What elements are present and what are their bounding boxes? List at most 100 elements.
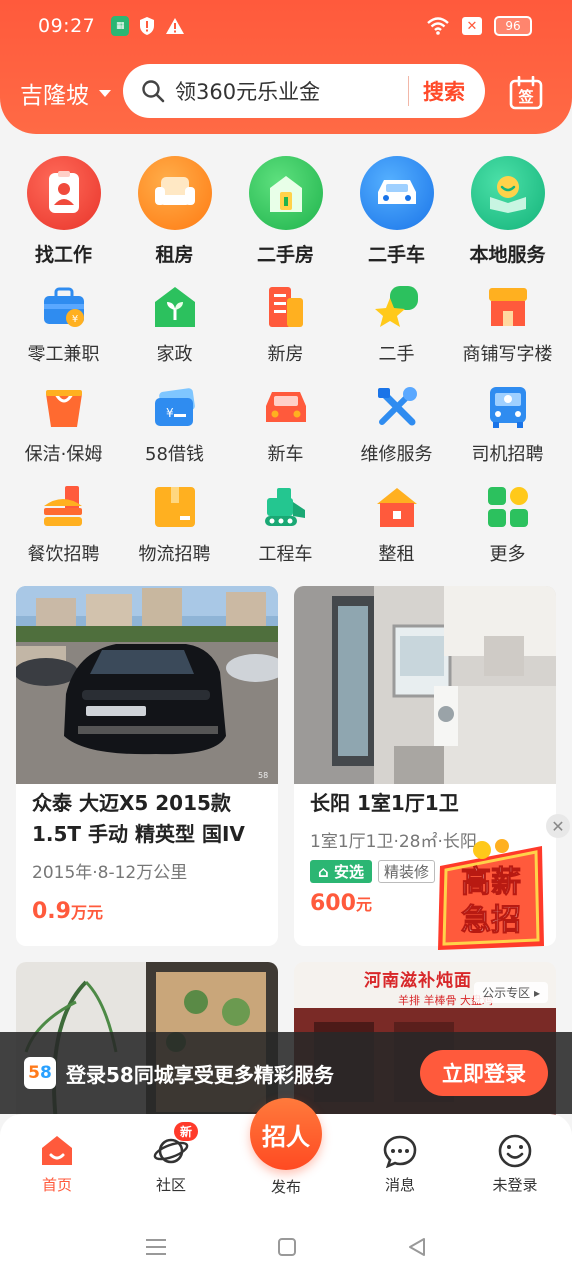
- status-bar: 09:27 ▦ ✕ 96: [38, 12, 532, 40]
- car-photo: 58: [16, 586, 278, 784]
- home-button-icon[interactable]: [277, 1237, 297, 1257]
- subcategory-label: 保洁·保姆: [24, 444, 103, 465]
- card-price: 0.9万元: [16, 899, 278, 924]
- category-label: 找工作: [34, 244, 92, 266]
- sign-label: 签: [517, 88, 534, 106]
- tab-home[interactable]: 首页: [17, 1134, 97, 1195]
- back-icon[interactable]: [407, 1237, 427, 1257]
- search-button[interactable]: 搜索: [423, 76, 465, 106]
- svg-text:¥: ¥: [71, 314, 77, 325]
- bucket-icon: [45, 390, 82, 427]
- price-unit: 万元: [70, 903, 103, 922]
- subcategory-label: 零工兼职: [27, 344, 100, 365]
- tools-icon: [377, 387, 417, 426]
- search-divider: [408, 76, 409, 106]
- category-find-job[interactable]: 找工作: [8, 156, 119, 267]
- city-name: 吉隆坡: [20, 83, 89, 109]
- app-notification-icon: ▦: [111, 16, 130, 36]
- tab-label: 首页: [41, 1176, 72, 1194]
- subcategory-new-house[interactable]: 新房: [230, 284, 341, 366]
- card-subtitle: 2015年·8-12万公里: [32, 863, 188, 883]
- svg-text:58: 58: [258, 771, 268, 780]
- chat-bubble-icon: [383, 1135, 417, 1168]
- search-input[interactable]: 领360元乐业金: [175, 76, 408, 106]
- subcategory-whole-rent[interactable]: 整租: [341, 484, 452, 566]
- no-sim-icon: ✕: [462, 17, 482, 35]
- home-sprout-icon: [154, 287, 195, 327]
- subcategory-new-car[interactable]: 新车: [230, 384, 341, 466]
- card-title: 长阳 1室1厅1卫: [310, 791, 459, 815]
- subcategory-driver-jobs[interactable]: 司机招聘: [452, 384, 563, 466]
- ad-disclosure-label[interactable]: 公示专区 ▸: [474, 982, 548, 1003]
- subcategory-engineering-vehicle[interactable]: 工程车: [230, 484, 341, 566]
- house-icon: [248, 156, 323, 230]
- promo-sticker[interactable]: 高薪 急招: [432, 838, 550, 956]
- subcategory-housekeeping[interactable]: 家政: [119, 284, 230, 366]
- shop-icon: [488, 288, 527, 326]
- subcategory-logistics-jobs[interactable]: 物流招聘: [119, 484, 230, 566]
- publish-button[interactable]: 招人: [250, 1098, 322, 1170]
- subcategory-label: 二手: [378, 344, 415, 365]
- bus-icon: [489, 387, 526, 428]
- tab-messages[interactable]: 消息: [360, 1134, 440, 1195]
- subcategory-label: 工程车: [258, 544, 313, 565]
- search-bar[interactable]: 领360元乐业金 搜索: [123, 64, 485, 118]
- burger-icon: [43, 486, 82, 526]
- sign-in-calendar-icon[interactable]: 签: [509, 76, 543, 110]
- category-rent[interactable]: 租房: [119, 156, 230, 267]
- subcategory-label: 餐饮招聘: [27, 544, 100, 565]
- category-local-service[interactable]: 本地服务: [452, 156, 563, 267]
- subcategory-label: 司机招聘: [471, 444, 544, 465]
- room-photo: [294, 586, 556, 784]
- battery-icon: 96: [494, 16, 532, 36]
- header: 09:27 ▦ ✕ 96 吉隆坡 领360元乐业金 搜索 签: [0, 0, 572, 134]
- category-used-car[interactable]: 二手车: [341, 156, 452, 267]
- smiley-face-icon: [498, 1134, 532, 1168]
- tab-community[interactable]: 社区: [131, 1134, 211, 1195]
- app-logo: 58: [24, 1057, 56, 1089]
- wallet-card-icon: ¥: [154, 388, 195, 426]
- tag-decoration: 精装修: [377, 860, 435, 883]
- star-bubble-icon: [374, 286, 418, 327]
- new-car-icon: [265, 392, 306, 422]
- tab-profile[interactable]: 未登录: [475, 1134, 555, 1195]
- subcategory-label: 新房: [267, 344, 304, 365]
- status-time: 09:27: [38, 15, 96, 37]
- login-message: 登录58同城享受更多精彩服务: [66, 1062, 334, 1087]
- sub-category-row-1: ¥ 零工兼职 家政 新房 二手 商铺写字楼: [8, 284, 564, 366]
- subcategory-label: 更多: [489, 544, 526, 565]
- resume-icon: [26, 156, 101, 230]
- promo-close-icon[interactable]: ✕: [546, 814, 570, 838]
- subcategory-label: 物流招聘: [138, 544, 211, 565]
- subcategory-more[interactable]: 更多: [452, 484, 563, 566]
- subcategory-gig-work[interactable]: ¥ 零工兼职: [8, 284, 119, 366]
- community-new-badge: 新: [174, 1122, 199, 1141]
- tab-publish[interactable]: 发布: [246, 1170, 326, 1197]
- tab-label: 未登录: [492, 1176, 538, 1194]
- subcategory-repair-service[interactable]: 维修服务: [341, 384, 452, 466]
- category-second-hand-house[interactable]: 二手房: [230, 156, 341, 267]
- subcategory-58-loan[interactable]: ¥ 58借钱: [119, 384, 230, 466]
- subcategory-catering-jobs[interactable]: 餐饮招聘: [8, 484, 119, 566]
- car-icon: [359, 156, 434, 230]
- feed-card-car[interactable]: 58 众泰 大迈X5 2015款 1.5T 手动 精英型 国IV 2015年·8…: [16, 586, 278, 946]
- subcategory-cleaning-nanny[interactable]: 保洁·保姆: [8, 384, 119, 466]
- house-rent-icon: [376, 488, 417, 527]
- subcategory-label: 新车: [267, 444, 304, 465]
- svg-text:¥: ¥: [166, 406, 174, 420]
- tab-label: 社区: [155, 1176, 186, 1194]
- sub-category-row-2: 保洁·保姆 ¥ 58借钱 新车 维修服务 司机招聘: [8, 384, 564, 466]
- system-nav-bar: [0, 1214, 572, 1280]
- recent-apps-icon[interactable]: [145, 1237, 167, 1257]
- price-value: 0.9: [32, 899, 71, 924]
- login-button[interactable]: 立即登录: [420, 1050, 548, 1096]
- subcategory-shop-office[interactable]: 商铺写字楼: [452, 284, 563, 366]
- map-pin-icon: [470, 156, 545, 230]
- subcategory-second-hand[interactable]: 二手: [341, 284, 452, 366]
- package-icon: [154, 487, 195, 527]
- home-icon: [42, 1136, 72, 1165]
- city-selector[interactable]: 吉隆坡: [20, 76, 111, 110]
- warning-icon: [166, 18, 185, 34]
- sub-category-row-3: 餐饮招聘 物流招聘 工程车 整租 更多: [8, 484, 564, 566]
- category-label: 本地服务: [469, 244, 546, 266]
